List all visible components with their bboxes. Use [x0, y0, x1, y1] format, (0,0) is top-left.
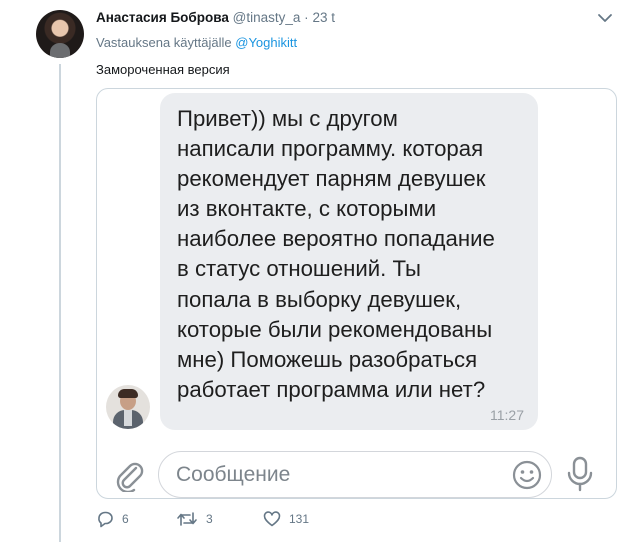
retweet-count: 3 [206, 512, 213, 526]
tweet-text: Замороченная версия [96, 62, 230, 77]
message-input-placeholder: Сообщение [176, 463, 291, 486]
reply-context: Vastauksena käyttäjälle @Yoghikitt [96, 35, 297, 50]
message-time: 11:27 [490, 407, 524, 423]
retweet-button[interactable]: 3 [176, 510, 213, 528]
sender-avatar [106, 385, 150, 429]
message-text: Привет)) мы с другом написали программу.… [177, 104, 527, 405]
tweet-media-screenshot[interactable]: Привет)) мы с другом написали программу.… [96, 88, 617, 499]
author-name[interactable]: Анастасия Боброва [96, 10, 229, 25]
reply-count: 6 [122, 512, 129, 526]
microphone-icon [567, 456, 593, 492]
reply-prefix: Vastauksena käyttäjälle [96, 35, 232, 50]
emoji-icon [512, 460, 542, 490]
reply-icon [98, 511, 113, 528]
like-count: 131 [289, 512, 310, 526]
message-line: в статус отношений. Ты [177, 256, 421, 282]
message-line: наиболее вероятно попадание [177, 226, 495, 252]
chevron-down-icon[interactable] [597, 12, 613, 24]
retweet-icon [177, 512, 197, 526]
author-handle[interactable]: @tinasty_a [233, 10, 301, 25]
paperclip-icon [116, 462, 144, 492]
message-input-field: Сообщение [158, 451, 552, 498]
message-line: попала в выборку девушек, [177, 286, 462, 312]
message-line: из вконтакте, с которыми [177, 196, 437, 222]
header-separator: · [304, 10, 309, 25]
like-button[interactable]: 131 [263, 510, 309, 528]
message-line: мне) Поможешь разобраться [177, 346, 478, 372]
tweet-time[interactable]: 23 t [312, 10, 335, 25]
message-bubble: Привет)) мы с другом написали программу.… [160, 93, 538, 430]
reply-button[interactable]: 6 [96, 510, 129, 528]
message-line: Привет)) мы с другом [177, 106, 398, 131]
message-line: рекомендует парням девушек [177, 166, 486, 192]
message-line: написали программу. которая [177, 136, 484, 162]
reply-to-link[interactable]: @Yoghikitt [235, 35, 297, 50]
author-avatar[interactable] [36, 10, 84, 58]
tweet-header: Анастасия Боброва @tinasty_a · 23 t [96, 10, 335, 25]
message-line: которые были рекомендованы [177, 316, 493, 342]
thread-line [59, 64, 61, 542]
message-line: работает программа или нет? [177, 376, 486, 402]
heart-icon [263, 511, 281, 527]
